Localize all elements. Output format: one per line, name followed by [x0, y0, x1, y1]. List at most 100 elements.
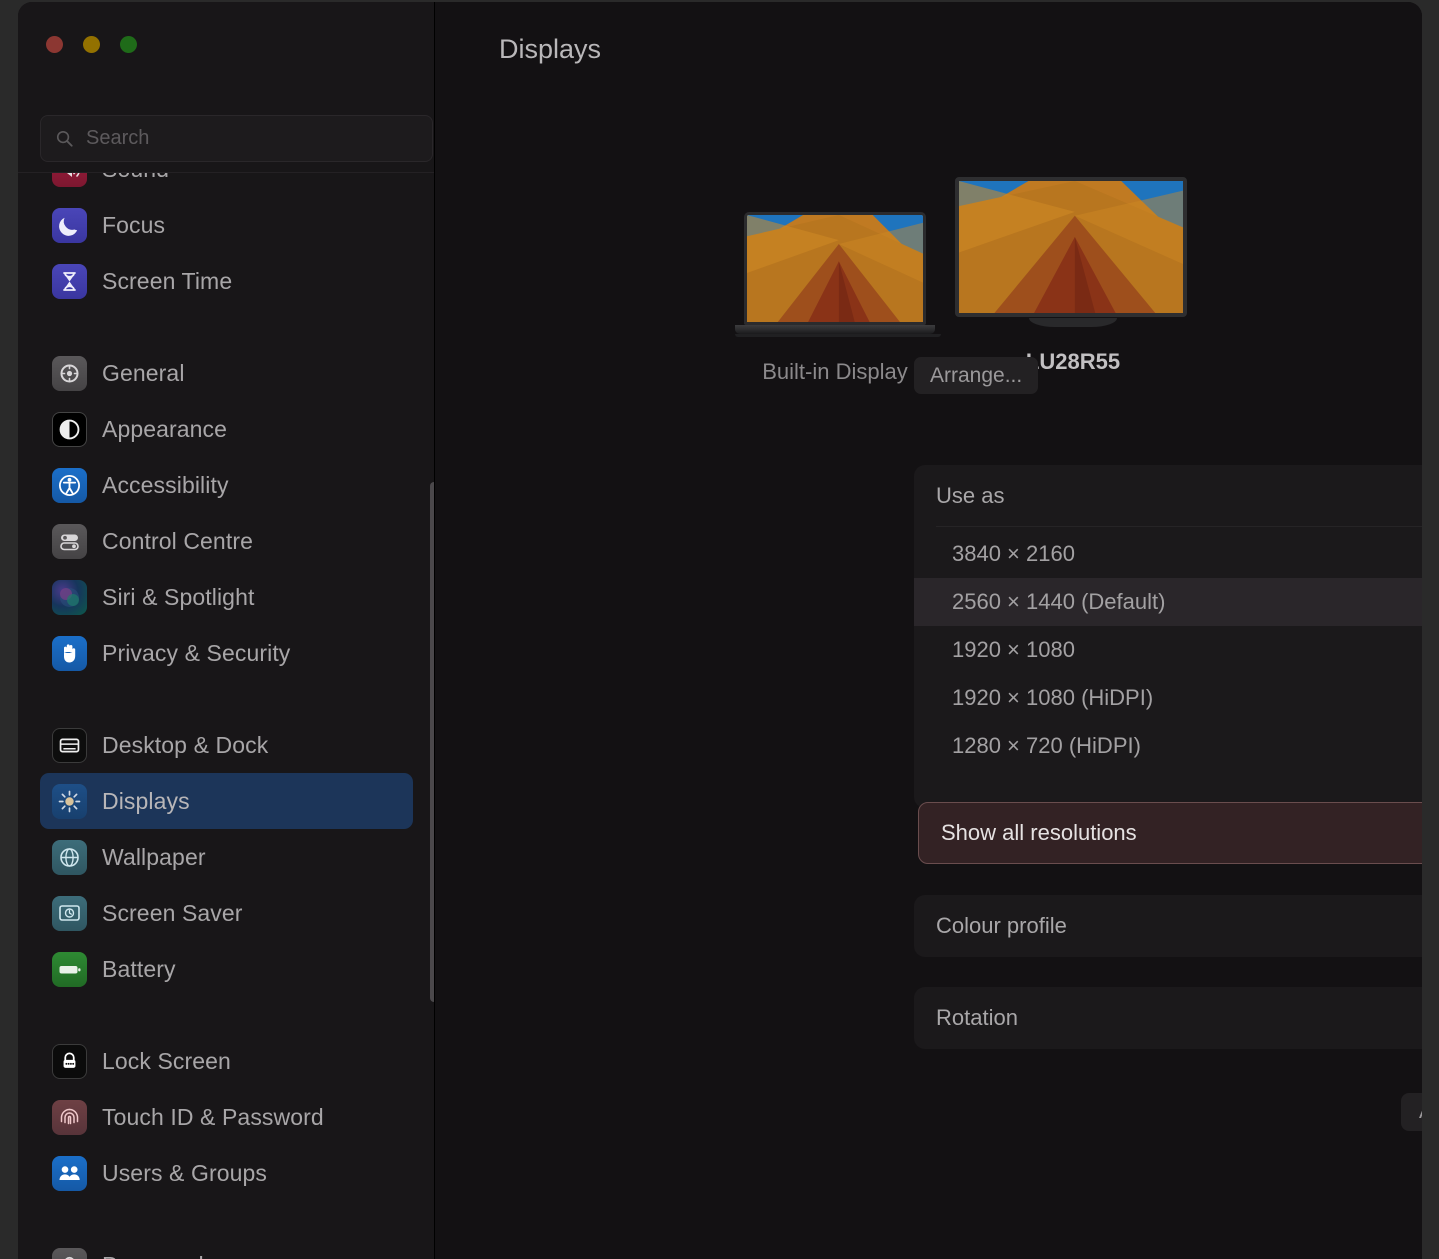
- sidebar-item-label: Accessibility: [102, 471, 229, 498]
- focus-icon: [52, 207, 87, 243]
- external-display-preview[interactable]: LU28R55: [955, 177, 1191, 375]
- screen-saver-icon: [52, 895, 87, 931]
- sidebar-item-displays[interactable]: Displays: [40, 773, 413, 829]
- sidebar-group-1: Sound Focus: [18, 173, 434, 309]
- sidebar-item-screen-time[interactable]: Screen Time: [40, 253, 413, 309]
- colour-profile-group: Colour profile LU28R55: [914, 895, 1422, 957]
- sidebar-item-sound[interactable]: Sound: [40, 173, 413, 197]
- sidebar-item-label: Desktop & Dock: [102, 731, 269, 758]
- screen-time-icon: [52, 263, 87, 299]
- sidebar-item-label: Battery: [102, 955, 176, 982]
- rotation-label: Rotation: [936, 1005, 1018, 1030]
- control-centre-icon: [52, 523, 87, 559]
- sidebar-group-5: Passwords: [18, 1237, 434, 1259]
- laptop-base: [735, 325, 935, 334]
- minimize-button[interactable]: [83, 36, 100, 53]
- page-title: Displays: [499, 34, 602, 64]
- colour-profile-label: Colour profile: [936, 913, 1067, 938]
- sidebar-item-label: Siri & Spotlight: [102, 583, 255, 610]
- colour-profile-row[interactable]: Colour profile LU28R55: [914, 895, 1422, 957]
- resolution-option-selected[interactable]: 2560 × 1440 (Default): [914, 578, 1422, 626]
- sidebar-group-2: General Appearance Accessibility Control…: [18, 345, 434, 681]
- resolution-list[interactable]: 3840 × 2160 2560 × 1440 (Default) 1920 ×…: [914, 527, 1422, 770]
- sidebar-item-general[interactable]: General: [40, 345, 413, 401]
- sidebar-item-touch-id-password[interactable]: Touch ID & Password: [40, 1089, 413, 1145]
- sidebar-item-label: Passwords: [102, 1252, 215, 1259]
- siri-icon: [52, 579, 87, 615]
- sidebar-item-label: General: [102, 359, 185, 386]
- display-previews: Built-in Display LU28R55: [435, 167, 1422, 384]
- sidebar-item-screen-saver[interactable]: Screen Saver: [40, 885, 413, 941]
- sidebar-item-siri-spotlight[interactable]: Siri & Spotlight: [40, 569, 413, 625]
- wallpaper-icon: [52, 839, 87, 875]
- sidebar-item-label: Displays: [102, 787, 190, 814]
- sidebar-item-wallpaper[interactable]: Wallpaper: [40, 829, 413, 885]
- sidebar-item-label: Users & Groups: [102, 1159, 268, 1186]
- show-all-resolutions-label: Show all resolutions: [941, 820, 1137, 845]
- battery-icon: [52, 951, 87, 987]
- rotation-group: Rotation Standard: [914, 987, 1422, 1049]
- main-content: Displays Built-in Display LU28R55 Arrang…: [435, 2, 1422, 1259]
- sidebar-item-accessibility[interactable]: Accessibility: [40, 457, 413, 513]
- sidebar-item-privacy-security[interactable]: Privacy & Security: [40, 625, 413, 681]
- external-display-screen: [955, 177, 1187, 317]
- touch-id-icon: [52, 1099, 87, 1135]
- resolution-settings-group: Use as Extended display 3840 × 2160 2560…: [914, 465, 1422, 808]
- wallpaper-thumbnail: [959, 181, 1183, 313]
- general-icon: [52, 355, 87, 391]
- laptop-foot: [735, 334, 941, 337]
- sidebar-item-label: Sound: [102, 173, 169, 183]
- sidebar-item-label: Wallpaper: [102, 843, 206, 870]
- builtin-display-preview[interactable]: Built-in Display: [735, 212, 941, 385]
- wallpaper-thumbnail: [747, 215, 923, 322]
- show-all-resolutions-row[interactable]: Show all resolutions: [918, 802, 1422, 864]
- sidebar-group-3: Desktop & Dock Displays Wallpaper Screen…: [18, 717, 434, 997]
- desktop-dock-icon: [52, 727, 87, 763]
- sidebar-item-label: Lock Screen: [102, 1047, 231, 1074]
- sidebar-item-desktop-dock[interactable]: Desktop & Dock: [40, 717, 413, 773]
- search-input[interactable]: [86, 127, 418, 150]
- sidebar-item-label: Appearance: [102, 415, 228, 442]
- sound-icon: [52, 173, 87, 187]
- accessibility-icon: [52, 467, 87, 503]
- sidebar-item-lock-screen[interactable]: Lock Screen: [40, 1033, 413, 1089]
- search-icon: [56, 130, 73, 147]
- sidebar-item-label: Screen Saver: [102, 899, 243, 926]
- sidebar-item-focus[interactable]: Focus: [40, 197, 413, 253]
- monitor-stand: [1029, 318, 1117, 327]
- resolution-option[interactable]: 3840 × 2160: [914, 530, 1422, 578]
- builtin-display-label: Built-in Display: [762, 359, 908, 384]
- arrange-button[interactable]: Arrange...: [914, 357, 1039, 394]
- sidebar-item-passwords[interactable]: Passwords: [40, 1237, 413, 1259]
- resolution-option[interactable]: 1920 × 1080 (HiDPI): [914, 674, 1422, 722]
- users-groups-icon: [52, 1155, 87, 1191]
- close-button[interactable]: [46, 36, 63, 53]
- sidebar-group-4: Lock Screen Touch ID & Password Users & …: [18, 1033, 434, 1201]
- lock-screen-icon: [52, 1043, 87, 1079]
- use-as-row[interactable]: Use as Extended display: [914, 465, 1422, 527]
- sidebar-item-users-groups[interactable]: Users & Groups: [40, 1145, 413, 1201]
- resolution-option[interactable]: 1280 × 720 (HiDPI): [914, 722, 1422, 770]
- sidebar-item-control-centre[interactable]: Control Centre: [40, 513, 413, 569]
- sidebar-item-label: Touch ID & Password: [102, 1103, 324, 1130]
- resolution-option[interactable]: 1920 × 1080: [914, 626, 1422, 674]
- sidebar-item-label: Control Centre: [102, 527, 253, 554]
- sidebar-nav[interactable]: Sound Focus: [18, 173, 434, 1259]
- sidebar-item-label: Screen Time: [102, 267, 233, 294]
- sidebar: Sound Focus: [18, 2, 435, 1259]
- sidebar-item-battery[interactable]: Battery: [40, 941, 413, 997]
- privacy-icon: [52, 635, 87, 671]
- use-as-label: Use as: [936, 483, 1005, 508]
- sidebar-item-label: Privacy & Security: [102, 639, 291, 666]
- displays-icon: [52, 783, 87, 819]
- advanced-button[interactable]: Advanced...: [1401, 1093, 1422, 1131]
- passwords-icon: [52, 1247, 87, 1259]
- sidebar-item-appearance[interactable]: Appearance: [40, 401, 413, 457]
- appearance-icon: [52, 411, 87, 447]
- builtin-display-screen: [744, 212, 926, 325]
- system-settings-window: Sound Focus: [18, 2, 1422, 1259]
- rotation-row[interactable]: Rotation Standard: [914, 987, 1422, 1049]
- traffic-light-buttons: [46, 36, 137, 53]
- zoom-button[interactable]: [120, 36, 137, 53]
- search-field[interactable]: [40, 115, 433, 162]
